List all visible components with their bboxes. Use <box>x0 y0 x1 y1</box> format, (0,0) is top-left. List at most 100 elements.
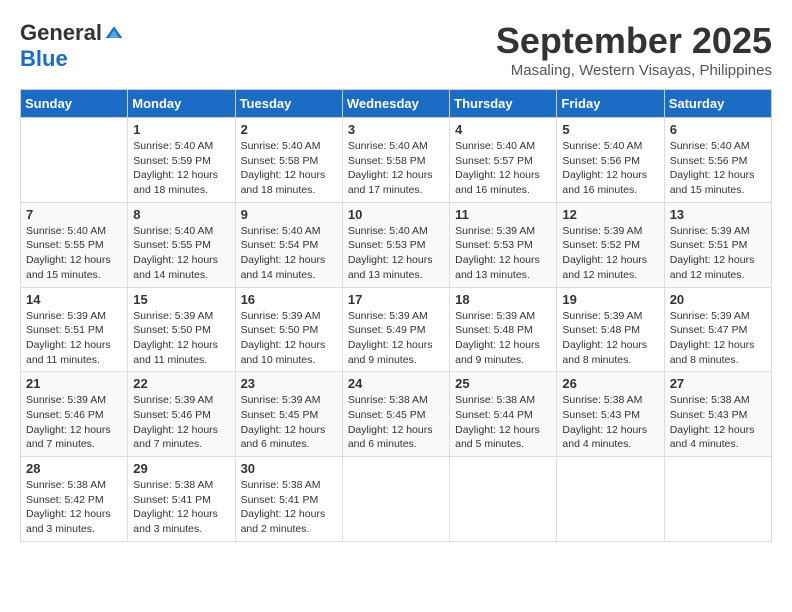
day-number: 30 <box>241 461 337 476</box>
day-number: 8 <box>133 207 229 222</box>
calendar-cell <box>557 457 664 542</box>
calendar-cell: 12 Sunrise: 5:39 AMSunset: 5:52 PMDayligh… <box>557 202 664 287</box>
column-header-wednesday: Wednesday <box>342 90 449 118</box>
day-number: 21 <box>26 376 122 391</box>
calendar-cell: 23Sunrise: 5:39 AMSunset: 5:45 PMDayligh… <box>235 372 342 457</box>
day-number: 7 <box>26 207 122 222</box>
day-number: 1 <box>133 122 229 137</box>
calendar-cell: 6 Sunrise: 5:40 AMSunset: 5:56 PMDaylight… <box>664 118 771 203</box>
day-info: Sunrise: 5:38 AMSunset: 5:44 PMDaylight:… <box>455 393 551 452</box>
day-info: Sunrise: 5:38 AMSunset: 5:43 PMDaylight:… <box>670 393 766 452</box>
column-header-thursday: Thursday <box>450 90 557 118</box>
day-info: Sunrise: 5:39 AMSunset: 5:49 PMDaylight:… <box>348 309 444 368</box>
location-text: Masaling, Western Visayas, Philippines <box>496 62 772 79</box>
month-title: September 2025 <box>496 20 772 62</box>
calendar-cell: 18 Sunrise: 5:39 AMSunset: 5:48 PMDayligh… <box>450 287 557 372</box>
day-info: Sunrise: 5:39 AMSunset: 5:51 PMDaylight:… <box>26 309 122 368</box>
day-info: Sunrise: 5:40 AMSunset: 5:57 PMDaylight:… <box>455 139 551 198</box>
logo-icon <box>104 23 124 43</box>
day-number: 6 <box>670 122 766 137</box>
calendar-cell: 16 Sunrise: 5:39 AMSunset: 5:50 PMDayligh… <box>235 287 342 372</box>
calendar-cell: 9 Sunrise: 5:40 AMSunset: 5:54 PMDaylight… <box>235 202 342 287</box>
day-info: Sunrise: 5:39 AMSunset: 5:50 PMDaylight:… <box>133 309 229 368</box>
day-info: Sunrise: 5:39 AMSunset: 5:48 PMDaylight:… <box>455 309 551 368</box>
calendar-cell: 13Sunrise: 5:39 AMSunset: 5:51 PMDayligh… <box>664 202 771 287</box>
day-info: Sunrise: 5:40 AMSunset: 5:58 PMDaylight:… <box>348 139 444 198</box>
column-header-tuesday: Tuesday <box>235 90 342 118</box>
calendar-cell: 29Sunrise: 5:38 AMSunset: 5:41 PMDayligh… <box>128 457 235 542</box>
calendar-cell: 17 Sunrise: 5:39 AMSunset: 5:49 PMDayligh… <box>342 287 449 372</box>
day-number: 10 <box>348 207 444 222</box>
calendar-cell <box>21 118 128 203</box>
calendar-cell: 4Sunrise: 5:40 AMSunset: 5:57 PMDaylight… <box>450 118 557 203</box>
day-info: Sunrise: 5:39 AMSunset: 5:50 PMDaylight:… <box>241 309 337 368</box>
title-section: September 2025 Masaling, Western Visayas… <box>496 20 772 79</box>
column-header-sunday: Sunday <box>21 90 128 118</box>
calendar-cell: 20 Sunrise: 5:39 AMSunset: 5:47 PMDayligh… <box>664 287 771 372</box>
day-info: Sunrise: 5:40 AMSunset: 5:54 PMDaylight:… <box>241 224 337 283</box>
calendar-cell: 11 Sunrise: 5:39 AMSunset: 5:53 PMDayligh… <box>450 202 557 287</box>
day-info: Sunrise: 5:40 AMSunset: 5:55 PMDaylight:… <box>133 224 229 283</box>
calendar-cell <box>450 457 557 542</box>
day-info: Sunrise: 5:39 AMSunset: 5:45 PMDaylight:… <box>241 393 337 452</box>
day-info: Sunrise: 5:39 AMSunset: 5:46 PMDaylight:… <box>26 393 122 452</box>
day-number: 19 <box>562 292 658 307</box>
calendar-cell: 30 Sunrise: 5:38 AMSunset: 5:41 PMDayligh… <box>235 457 342 542</box>
calendar-cell: 8 Sunrise: 5:40 AMSunset: 5:55 PMDaylight… <box>128 202 235 287</box>
calendar-cell: 27 Sunrise: 5:38 AMSunset: 5:43 PMDayligh… <box>664 372 771 457</box>
logo-general-text: General <box>20 20 102 46</box>
day-number: 29 <box>133 461 229 476</box>
calendar-cell: 2Sunrise: 5:40 AMSunset: 5:58 PMDaylight… <box>235 118 342 203</box>
day-info: Sunrise: 5:38 AMSunset: 5:45 PMDaylight:… <box>348 393 444 452</box>
day-number: 24 <box>348 376 444 391</box>
calendar-cell: 10Sunrise: 5:40 AMSunset: 5:53 PMDayligh… <box>342 202 449 287</box>
day-number: 17 <box>348 292 444 307</box>
calendar-week-2: 7 Sunrise: 5:40 AMSunset: 5:55 PMDaylight… <box>21 202 772 287</box>
calendar-cell: 24 Sunrise: 5:38 AMSunset: 5:45 PMDayligh… <box>342 372 449 457</box>
day-info: Sunrise: 5:40 AMSunset: 5:56 PMDaylight:… <box>670 139 766 198</box>
calendar-week-1: 1 Sunrise: 5:40 AMSunset: 5:59 PMDaylight… <box>21 118 772 203</box>
day-number: 11 <box>455 207 551 222</box>
day-info: Sunrise: 5:40 AMSunset: 5:59 PMDaylight:… <box>133 139 229 198</box>
calendar-cell: 7 Sunrise: 5:40 AMSunset: 5:55 PMDaylight… <box>21 202 128 287</box>
day-number: 3 <box>348 122 444 137</box>
day-number: 25 <box>455 376 551 391</box>
logo: General Blue <box>20 20 124 72</box>
calendar-header-row: SundayMondayTuesdayWednesdayThursdayFrid… <box>21 90 772 118</box>
day-number: 20 <box>670 292 766 307</box>
day-info: Sunrise: 5:38 AMSunset: 5:41 PMDaylight:… <box>241 478 337 537</box>
calendar-week-3: 14 Sunrise: 5:39 AMSunset: 5:51 PMDayligh… <box>21 287 772 372</box>
calendar-cell: 3 Sunrise: 5:40 AMSunset: 5:58 PMDaylight… <box>342 118 449 203</box>
calendar-week-5: 28 Sunrise: 5:38 AMSunset: 5:42 PMDayligh… <box>21 457 772 542</box>
calendar-cell: 28 Sunrise: 5:38 AMSunset: 5:42 PMDayligh… <box>21 457 128 542</box>
calendar-cell: 1 Sunrise: 5:40 AMSunset: 5:59 PMDaylight… <box>128 118 235 203</box>
day-info: Sunrise: 5:39 AMSunset: 5:48 PMDaylight:… <box>562 309 658 368</box>
column-header-monday: Monday <box>128 90 235 118</box>
logo-blue-text: Blue <box>20 46 68 72</box>
day-number: 14 <box>26 292 122 307</box>
day-number: 16 <box>241 292 337 307</box>
day-number: 28 <box>26 461 122 476</box>
day-number: 12 <box>562 207 658 222</box>
day-info: Sunrise: 5:39 AMSunset: 5:53 PMDaylight:… <box>455 224 551 283</box>
calendar-cell: 15Sunrise: 5:39 AMSunset: 5:50 PMDayligh… <box>128 287 235 372</box>
day-info: Sunrise: 5:39 AMSunset: 5:46 PMDaylight:… <box>133 393 229 452</box>
column-header-saturday: Saturday <box>664 90 771 118</box>
calendar-cell <box>664 457 771 542</box>
day-info: Sunrise: 5:39 AMSunset: 5:51 PMDaylight:… <box>670 224 766 283</box>
day-number: 27 <box>670 376 766 391</box>
day-info: Sunrise: 5:38 AMSunset: 5:43 PMDaylight:… <box>562 393 658 452</box>
day-number: 18 <box>455 292 551 307</box>
calendar-cell: 25 Sunrise: 5:38 AMSunset: 5:44 PMDayligh… <box>450 372 557 457</box>
day-number: 9 <box>241 207 337 222</box>
day-info: Sunrise: 5:39 AMSunset: 5:47 PMDaylight:… <box>670 309 766 368</box>
day-info: Sunrise: 5:39 AMSunset: 5:52 PMDaylight:… <box>562 224 658 283</box>
column-header-friday: Friday <box>557 90 664 118</box>
calendar-week-4: 21 Sunrise: 5:39 AMSunset: 5:46 PMDayligh… <box>21 372 772 457</box>
calendar-cell: 22Sunrise: 5:39 AMSunset: 5:46 PMDayligh… <box>128 372 235 457</box>
calendar-cell: 14 Sunrise: 5:39 AMSunset: 5:51 PMDayligh… <box>21 287 128 372</box>
day-info: Sunrise: 5:38 AMSunset: 5:42 PMDaylight:… <box>26 478 122 537</box>
day-info: Sunrise: 5:40 AMSunset: 5:56 PMDaylight:… <box>562 139 658 198</box>
day-number: 5 <box>562 122 658 137</box>
day-info: Sunrise: 5:40 AMSunset: 5:55 PMDaylight:… <box>26 224 122 283</box>
